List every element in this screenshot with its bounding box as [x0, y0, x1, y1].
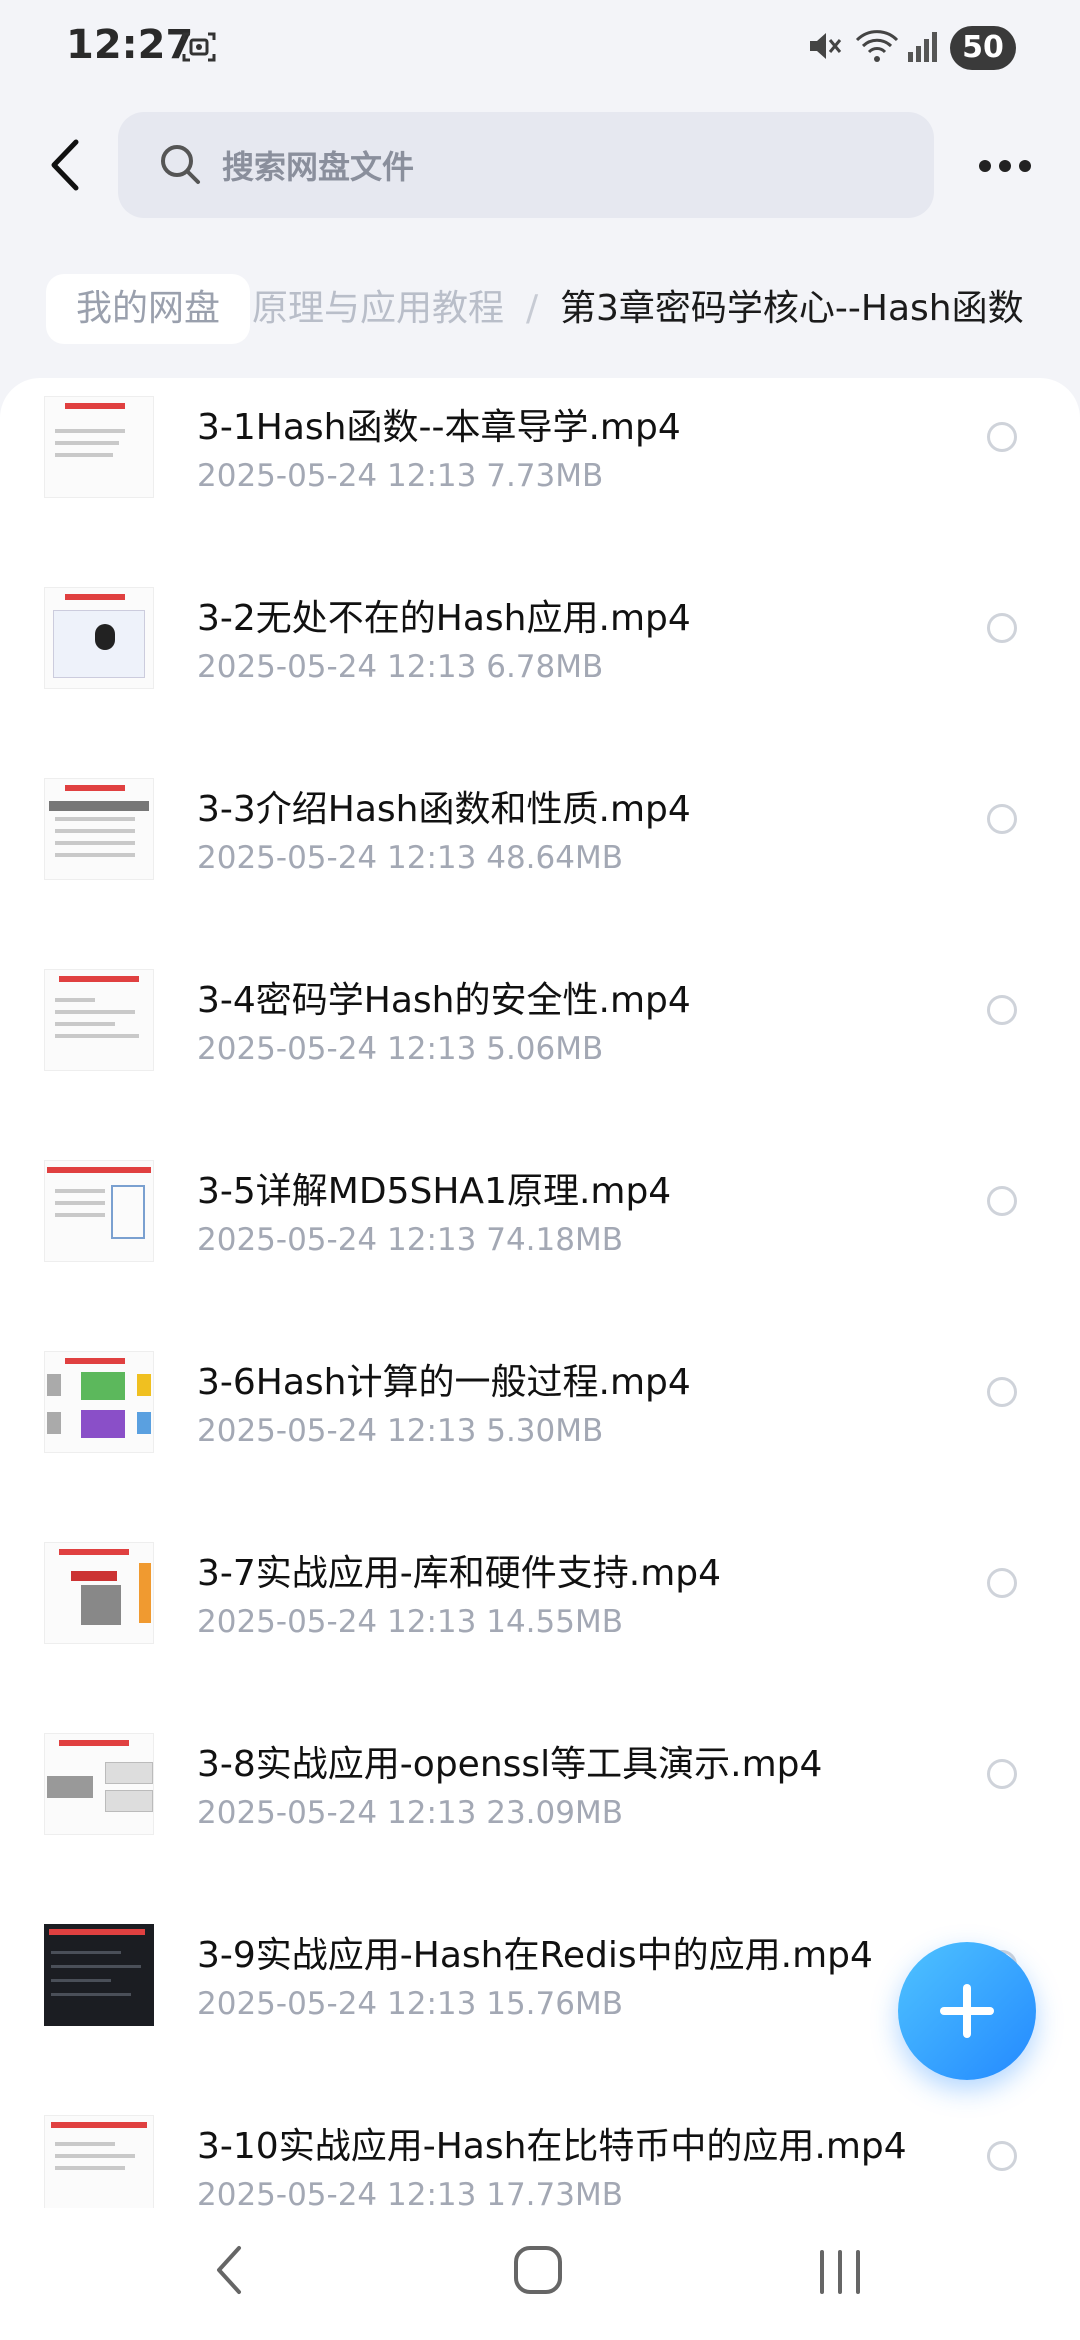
- search-placeholder: 搜索网盘文件: [222, 148, 415, 186]
- breadcrumb-current: 第3章密码学核心--Hash函数: [560, 288, 1024, 329]
- search-input[interactable]: 搜索网盘文件: [118, 112, 934, 218]
- file-row[interactable]: 3-4密码学Hash的安全性.mp4 2025-05-24 12:13 5.06…: [0, 951, 1080, 1142]
- top-bar: 搜索网盘文件: [0, 110, 1080, 220]
- breadcrumb: 原理与应用教程 我的网盘 / 第3章密码学核心--Hash函数: [0, 270, 1080, 350]
- back-button[interactable]: [40, 132, 90, 198]
- file-name: 3-5详解MD5SHA1原理.mp4: [197, 1171, 672, 1212]
- file-meta: 2025-05-24 12:13 6.78MB: [197, 649, 604, 685]
- file-meta: 2025-05-24 12:13 17.73MB: [197, 2177, 623, 2208]
- file-name: 3-3介绍Hash函数和性质.mp4: [197, 789, 691, 830]
- select-radio[interactable]: [987, 2141, 1017, 2171]
- file-meta: 2025-05-24 12:13 48.64MB: [197, 840, 623, 876]
- file-row[interactable]: 3-3介绍Hash函数和性质.mp4 2025-05-24 12:13 48.6…: [0, 760, 1080, 951]
- file-meta: 2025-05-24 12:13 15.76MB: [197, 1986, 623, 2022]
- more-dots-icon: [979, 160, 991, 172]
- file-meta: 2025-05-24 12:13 5.06MB: [197, 1031, 604, 1067]
- nav-back-icon[interactable]: [205, 2238, 255, 2306]
- file-row[interactable]: 3-7实战应用-库和硬件支持.mp4 2025-05-24 12:13 14.5…: [0, 1524, 1080, 1715]
- select-radio[interactable]: [987, 995, 1017, 1025]
- file-row[interactable]: 3-5详解MD5SHA1原理.mp4 2025-05-24 12:13 74.1…: [0, 1142, 1080, 1333]
- select-radio[interactable]: [987, 1759, 1017, 1789]
- video-thumbnail: [44, 1733, 154, 1835]
- status-bar: 12:27 50: [0, 0, 1080, 100]
- file-name: 3-6Hash计算的一般过程.mp4: [197, 1362, 691, 1403]
- file-row[interactable]: 3-6Hash计算的一般过程.mp4 2025-05-24 12:13 5.30…: [0, 1333, 1080, 1524]
- file-name: 3-10实战应用-Hash在比特币中的应用.mp4: [197, 2126, 907, 2167]
- file-meta: 2025-05-24 12:13 5.30MB: [197, 1413, 604, 1449]
- mute-icon: [806, 28, 842, 68]
- back-arrow-icon: [51, 139, 79, 191]
- system-nav-bar: [0, 2208, 1080, 2340]
- select-radio[interactable]: [987, 422, 1017, 452]
- file-row[interactable]: 3-8实战应用-openssl等工具演示.mp4 2025-05-24 12:1…: [0, 1715, 1080, 1906]
- file-name: 3-4密码学Hash的安全性.mp4: [197, 980, 691, 1021]
- video-thumbnail: [44, 778, 154, 880]
- video-thumbnail: [44, 969, 154, 1071]
- signal-icon: [906, 28, 942, 68]
- file-row[interactable]: 3-1Hash函数--本章导学.mp4 2025-05-24 12:13 7.7…: [0, 378, 1080, 569]
- select-radio[interactable]: [987, 804, 1017, 834]
- video-thumbnail: [44, 1924, 154, 2026]
- file-meta: 2025-05-24 12:13 7.73MB: [197, 458, 604, 494]
- file-row[interactable]: 3-2无处不在的Hash应用.mp4 2025-05-24 12:13 6.78…: [0, 569, 1080, 760]
- file-row[interactable]: 3-10实战应用-Hash在比特币中的应用.mp4 2025-05-24 12:…: [0, 2097, 1080, 2208]
- video-thumbnail: [44, 2115, 154, 2208]
- file-name: 3-2无处不在的Hash应用.mp4: [197, 598, 691, 639]
- select-radio[interactable]: [987, 613, 1017, 643]
- breadcrumb-separator: /: [526, 288, 539, 329]
- file-name: 3-9实战应用-Hash在Redis中的应用.mp4: [197, 1935, 873, 1976]
- file-meta: 2025-05-24 12:13 23.09MB: [197, 1795, 623, 1831]
- video-thumbnail: [44, 1160, 154, 1262]
- file-meta: 2025-05-24 12:13 74.18MB: [197, 1222, 623, 1258]
- nav-recents-icon[interactable]: [812, 2238, 868, 2306]
- file-meta: 2025-05-24 12:13 14.55MB: [197, 1604, 623, 1640]
- video-thumbnail: [44, 396, 154, 498]
- breadcrumb-root[interactable]: 我的网盘: [46, 274, 251, 344]
- file-name: 3-7实战应用-库和硬件支持.mp4: [197, 1553, 722, 1594]
- search-icon: [158, 142, 202, 190]
- video-thumbnail: [44, 587, 154, 689]
- more-options-button[interactable]: [975, 150, 1035, 180]
- nav-home-icon[interactable]: [508, 2238, 572, 2306]
- select-radio[interactable]: [987, 1186, 1017, 1216]
- wifi-icon: [855, 28, 899, 68]
- add-button[interactable]: [898, 1942, 1036, 2080]
- breadcrumb-parent[interactable]: 原理与应用教程: [252, 274, 504, 344]
- file-name: 3-1Hash函数--本章导学.mp4: [197, 407, 681, 448]
- select-radio[interactable]: [987, 1377, 1017, 1407]
- video-thumbnail: [44, 1542, 154, 1644]
- select-radio[interactable]: [987, 1568, 1017, 1598]
- video-thumbnail: [44, 1351, 154, 1453]
- clock: 12:27: [66, 22, 194, 68]
- file-list: 3-1Hash函数--本章导学.mp4 2025-05-24 12:13 7.7…: [0, 378, 1080, 2208]
- screenshot-icon: [180, 28, 218, 70]
- file-name: 3-8实战应用-openssl等工具演示.mp4: [197, 1744, 823, 1785]
- battery-indicator: 50: [950, 26, 1016, 70]
